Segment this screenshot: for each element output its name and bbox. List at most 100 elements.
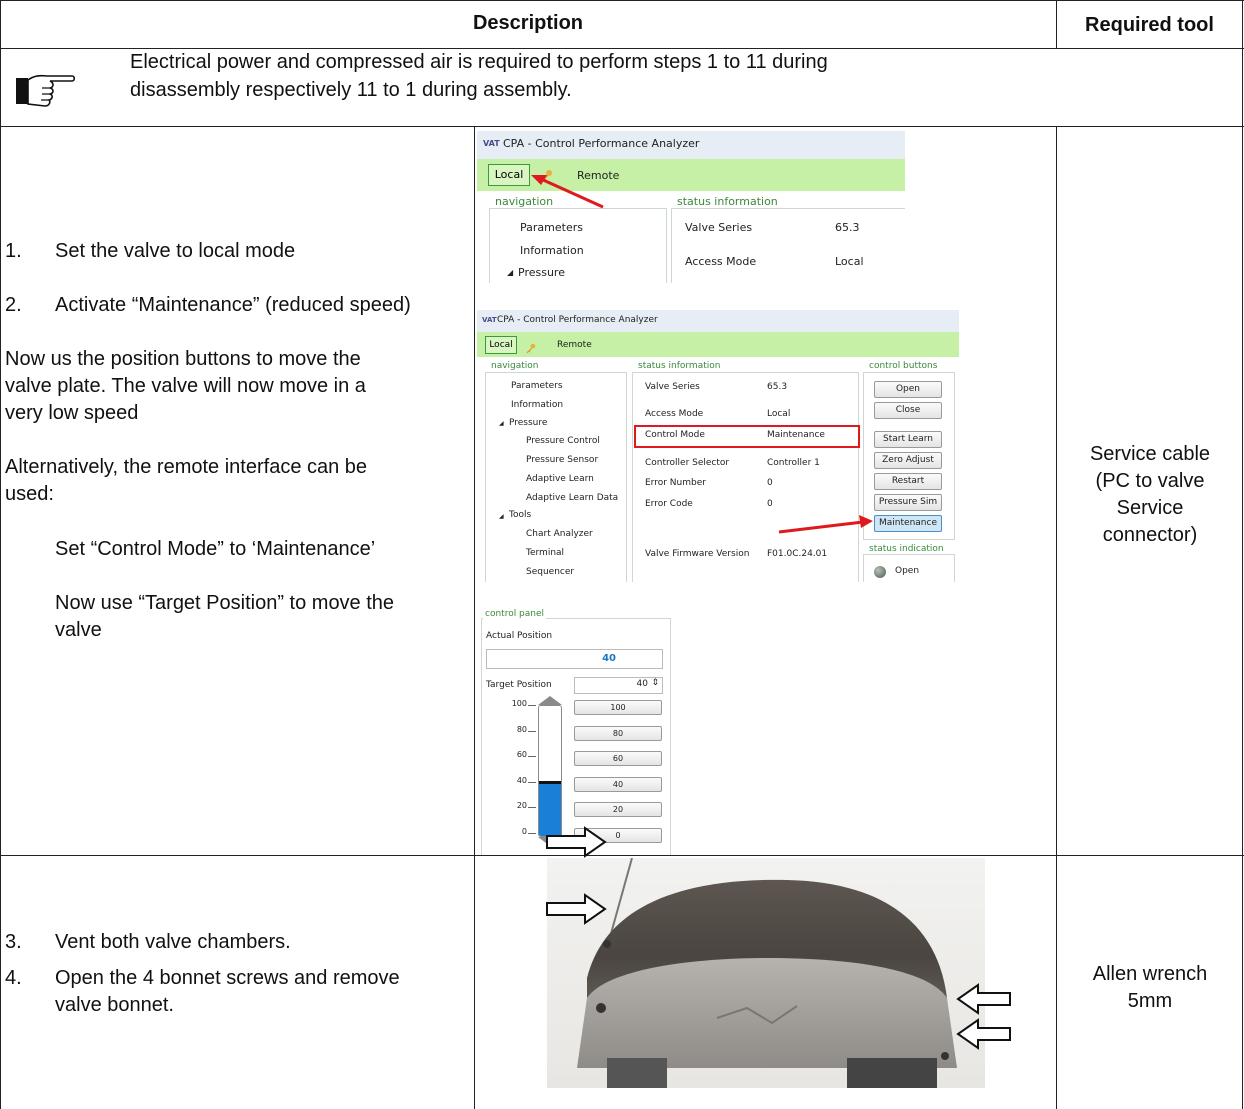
use-target-line-1: Now use “Target Position” to move the xyxy=(55,592,395,614)
scale-label: 60 xyxy=(516,750,527,760)
status-value-controller-selector: Controller 1 xyxy=(767,458,820,468)
status-key-access-mode: Access Mode xyxy=(685,255,757,268)
status-key-controller-selector: Controller Selector xyxy=(645,458,730,468)
nav-item-pressure[interactable]: Pressure xyxy=(509,418,547,428)
nav-item-information[interactable]: Information xyxy=(511,400,563,410)
nav-item-information[interactable]: Information xyxy=(520,244,584,257)
control-panel-label: control panel xyxy=(483,609,547,619)
tool-line-1: Allen wrench xyxy=(1092,963,1208,985)
status-key-control-mode: Control Mode xyxy=(645,430,705,440)
tool-line-4: connector) xyxy=(1102,524,1198,546)
spinner-icon[interactable]: ⇕ xyxy=(651,678,659,688)
nav-item-parameters[interactable]: Parameters xyxy=(520,221,583,234)
app-logo: VAT xyxy=(482,316,497,324)
nav-item-chart-analyzer[interactable]: Chart Analyzer xyxy=(526,529,593,539)
note-line-1: Electrical power and compressed air is r… xyxy=(130,51,828,73)
restart-button[interactable]: Restart xyxy=(874,473,942,490)
tool-line-1: Service cable xyxy=(1089,443,1211,465)
pressure-sim-button[interactable]: Pressure Sim xyxy=(874,494,942,511)
header-required-tool: Required tool xyxy=(1085,14,1214,36)
step-4-line-2: valve bonnet. xyxy=(55,994,174,1016)
start-learn-button[interactable]: Start Learn xyxy=(874,431,942,448)
actual-position-label: Actual Position xyxy=(486,631,553,641)
step-1-number: 1. xyxy=(5,240,22,262)
nav-item-terminal[interactable]: Terminal xyxy=(526,548,564,558)
valve-bonnet-photo xyxy=(547,858,985,1088)
window-title: CPA - Control Performance Analyzer xyxy=(503,137,700,150)
nav-item-parameters[interactable]: Parameters xyxy=(511,381,563,391)
step-2-number: 2. xyxy=(5,294,22,316)
local-button[interactable]: Local xyxy=(488,164,530,186)
nav-item-pressure-sensor[interactable]: Pressure Sensor xyxy=(526,455,598,465)
scale-tick xyxy=(528,807,536,809)
chevron-down-icon: ◢ xyxy=(507,268,514,277)
outline-arrow-icon xyxy=(956,1018,1011,1050)
position-slider-track[interactable] xyxy=(538,705,562,837)
step-4-number: 4. xyxy=(5,967,22,989)
para-2-line-1: Alternatively, the remote interface can … xyxy=(5,456,368,478)
screenshot-cpa-local: VAT CPA - Control Performance Analyzer L… xyxy=(477,131,905,283)
tool-line-3: Service xyxy=(1116,497,1184,519)
preset-button-20[interactable]: 20 xyxy=(574,802,662,818)
nav-item-pressure[interactable]: Pressure xyxy=(518,266,565,279)
outline-arrow-icon xyxy=(546,826,607,858)
status-key-error-code: Error Code xyxy=(645,499,693,509)
nav-item-pressure-control[interactable]: Pressure Control xyxy=(526,436,600,446)
scale-label: 0 xyxy=(521,827,527,836)
status-value-access-mode: Local xyxy=(835,255,864,268)
preset-button-100[interactable]: 100 xyxy=(574,700,662,715)
para-1-line-2: valve plate. The valve will now move in … xyxy=(5,375,366,397)
use-target-line-2: valve xyxy=(55,619,102,641)
red-arrow-icon xyxy=(778,515,873,534)
header-description: Description xyxy=(472,12,584,34)
remote-label[interactable]: Remote xyxy=(557,340,592,350)
key-icon xyxy=(525,339,536,354)
tool-line-2: (PC to valve xyxy=(1095,470,1205,492)
para-1-line-1: Now us the position buttons to move the xyxy=(5,348,361,370)
tool-allen-wrench: Allen wrench 5mm xyxy=(1058,961,1242,1015)
window-title: CPA - Control Performance Analyzer xyxy=(497,315,658,325)
nav-item-adaptive-learn-data[interactable]: Adaptive Learn Data xyxy=(526,493,618,503)
status-key-valve-series: Valve Series xyxy=(685,221,753,234)
tool-service-cable: Service cable (PC to valve Service conne… xyxy=(1058,441,1242,549)
local-button[interactable]: Local xyxy=(485,336,517,354)
scale-label: 80 xyxy=(516,724,527,734)
status-value-error-number: 0 xyxy=(767,478,773,488)
set-control-mode-text: Set “Control Mode” to ‘Maintenance’ xyxy=(55,538,376,560)
step-2-text: Activate “Maintenance” (reduced speed) xyxy=(55,294,411,316)
zero-adjust-button[interactable]: Zero Adjust xyxy=(874,452,942,469)
open-button[interactable]: Open xyxy=(874,381,942,398)
scale-tick xyxy=(528,730,536,732)
chevron-down-icon: ◢ xyxy=(499,420,504,427)
app-logo: VAT xyxy=(483,139,500,148)
preset-button-40[interactable]: 40 xyxy=(574,776,662,792)
para-2-line-2: used: xyxy=(5,483,54,505)
slider-up-arrow-icon[interactable] xyxy=(538,696,562,705)
status-key-valve-series: Valve Series xyxy=(645,382,700,392)
status-key-error-number: Error Number xyxy=(645,478,706,488)
target-position-value: 40 xyxy=(636,679,648,689)
preset-button-60[interactable]: 60 xyxy=(574,751,662,767)
status-indication-label: status indication xyxy=(867,544,946,554)
scale-tick xyxy=(528,705,536,706)
nav-item-tools[interactable]: Tools xyxy=(509,510,531,520)
step-4-line-1: Open the 4 bonnet screws and remove xyxy=(55,967,400,989)
status-value-control-mode: Maintenance xyxy=(767,430,825,440)
nav-item-adaptive-learn[interactable]: Adaptive Learn xyxy=(526,474,594,484)
step-3-number: 3. xyxy=(5,931,22,953)
status-value-valve-series: 65.3 xyxy=(767,382,788,392)
target-position-input[interactable]: 40 ⇕ xyxy=(574,677,663,694)
target-position-label: Target Position xyxy=(486,680,552,690)
red-arrow-icon xyxy=(531,175,604,209)
maintenance-button[interactable]: Maintenance xyxy=(874,515,942,532)
status-value-error-code: 0 xyxy=(767,499,773,509)
scale-tick xyxy=(528,833,536,834)
preset-button-80[interactable]: 80 xyxy=(574,725,662,741)
scale-label: 40 xyxy=(516,775,527,785)
navigation-label: navigation xyxy=(489,361,541,371)
scale-tick xyxy=(528,756,536,758)
status-key-access-mode: Access Mode xyxy=(645,409,704,419)
nav-item-sequencer[interactable]: Sequencer xyxy=(526,567,574,577)
close-button[interactable]: Close xyxy=(874,402,942,419)
status-value-access-mode: Local xyxy=(767,409,791,419)
